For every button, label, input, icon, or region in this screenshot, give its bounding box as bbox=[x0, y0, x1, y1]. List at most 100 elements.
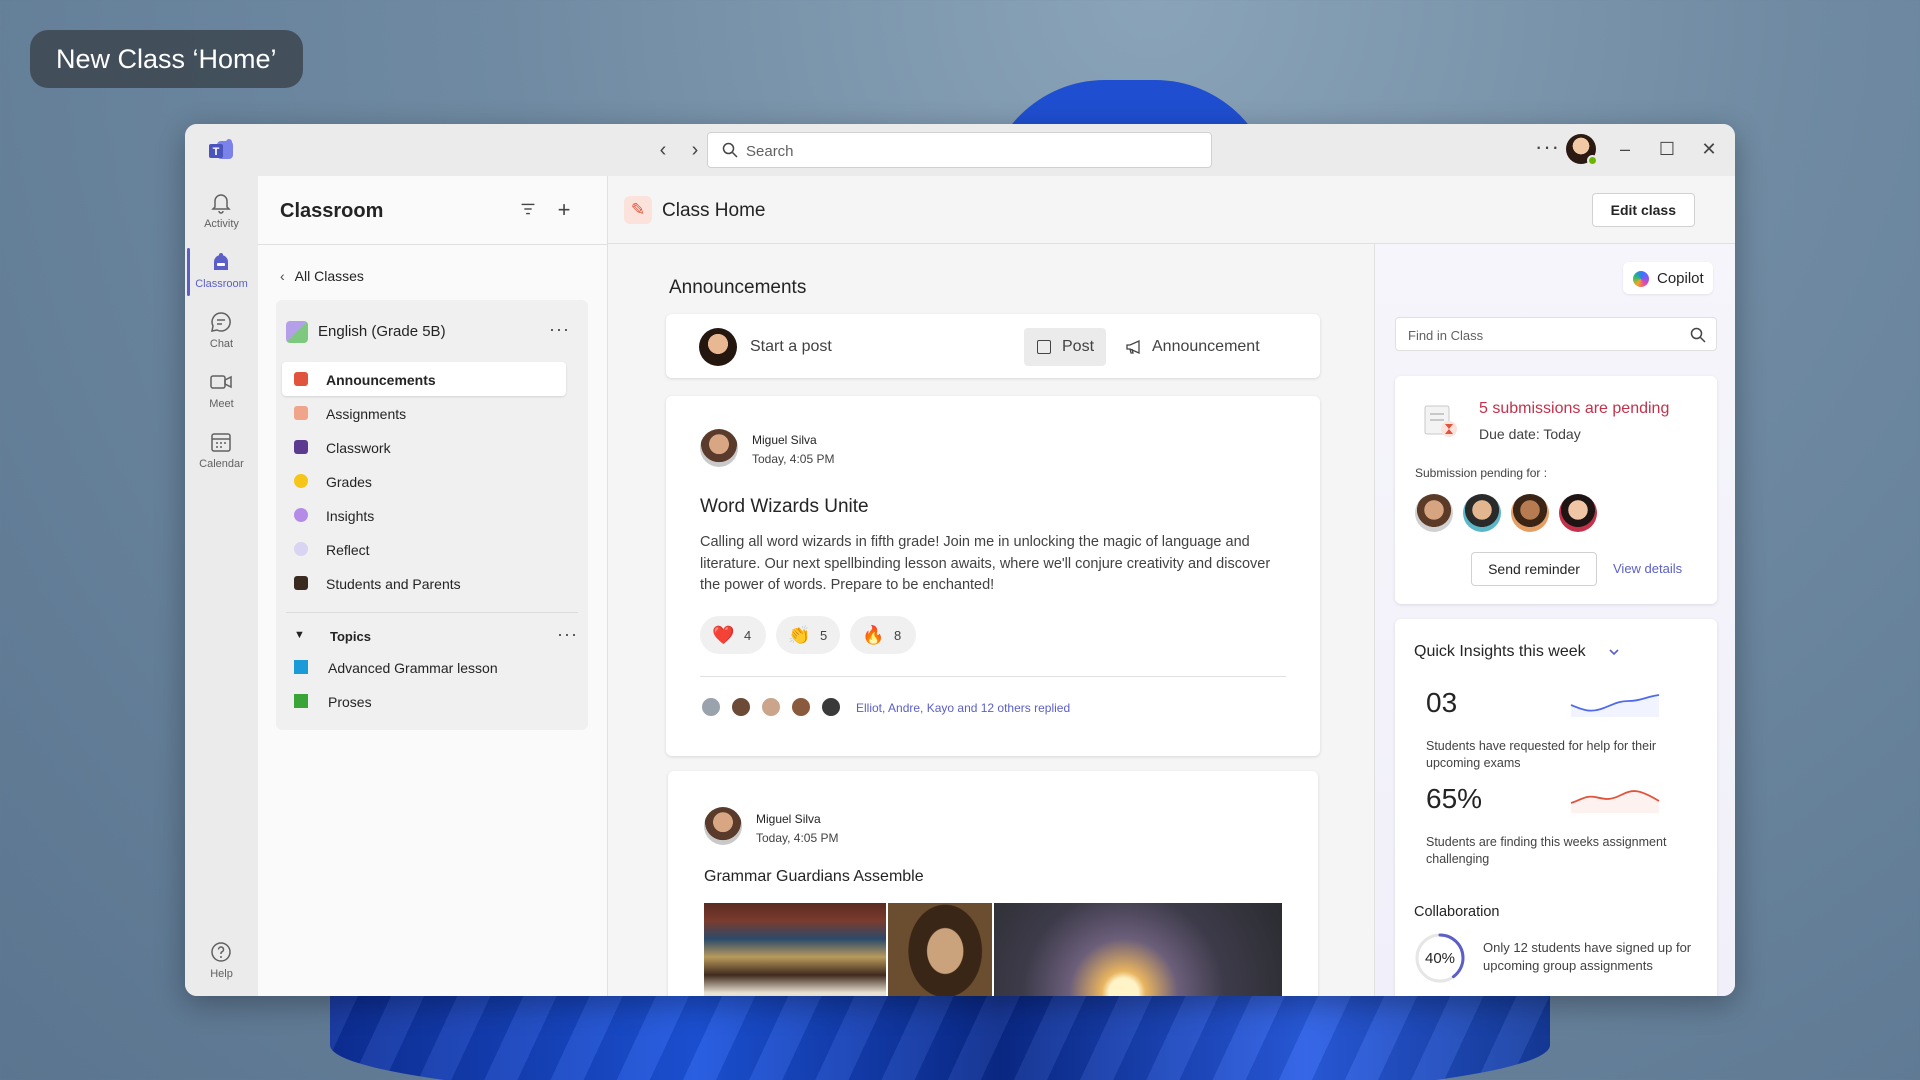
avatar bbox=[700, 696, 722, 718]
send-reminder-button[interactable]: Send reminder bbox=[1471, 552, 1597, 586]
right-panel: Copilot Find in Class 5 submissions are … bbox=[1374, 244, 1735, 996]
due-date: Due date: Today bbox=[1479, 426, 1581, 442]
avatar[interactable] bbox=[1559, 494, 1597, 532]
metric-description: Students are finding this weeks assignme… bbox=[1426, 835, 1667, 866]
nav-item-announcements[interactable]: Announcements bbox=[282, 362, 566, 396]
books-image[interactable] bbox=[704, 903, 886, 996]
maximize-button[interactable]: ☐ bbox=[1654, 136, 1680, 162]
post-button[interactable]: Post bbox=[1024, 328, 1106, 366]
rail-item-meet[interactable]: Meet bbox=[185, 366, 258, 422]
search-icon bbox=[1690, 327, 1706, 343]
trees-image[interactable] bbox=[994, 903, 1282, 996]
avatar bbox=[760, 696, 782, 718]
classroom-icon bbox=[214, 253, 228, 270]
reflect-icon bbox=[294, 542, 308, 556]
nav-item-students-and-parents[interactable]: Students and Parents bbox=[282, 566, 566, 600]
star-icon bbox=[294, 474, 308, 488]
post-time: Today, 4:05 PM bbox=[756, 831, 839, 845]
search-placeholder: Search bbox=[746, 143, 794, 160]
rail-item-help[interactable]: Help bbox=[185, 936, 258, 992]
class-nav: Announcements Assignments Classwork Grad… bbox=[282, 362, 582, 600]
submission-document-icon bbox=[1424, 405, 1457, 437]
add-icon[interactable]: + bbox=[552, 198, 576, 222]
nav-item-grades[interactable]: Grades bbox=[282, 464, 566, 498]
search-icon bbox=[722, 142, 738, 158]
more-options-icon[interactable]: ··· bbox=[1535, 134, 1560, 160]
back-icon[interactable]: ‹ bbox=[651, 138, 675, 162]
profile-avatar[interactable] bbox=[1566, 134, 1598, 166]
pending-for-label: Submission pending for : bbox=[1415, 466, 1548, 480]
chat-icon bbox=[211, 312, 231, 332]
start-post-input[interactable]: Start a post bbox=[750, 338, 832, 356]
rail-item-activity[interactable]: Activity bbox=[185, 186, 258, 242]
topics-header[interactable]: ▼ Topics ··· bbox=[294, 624, 578, 650]
divider bbox=[258, 244, 608, 245]
heart-icon: ❤️ bbox=[712, 625, 735, 645]
replies-link[interactable]: Elliot, Andre, Kayo and 12 others replie… bbox=[856, 701, 1070, 715]
view-details-link[interactable]: View details bbox=[1613, 561, 1682, 576]
insights-icon bbox=[294, 508, 308, 522]
panel-title: Classroom bbox=[280, 200, 384, 222]
nav-item-reflect[interactable]: Reflect bbox=[282, 532, 566, 566]
metric-value: 65% bbox=[1426, 783, 1483, 814]
insights-title[interactable]: Quick Insights this week bbox=[1414, 643, 1586, 661]
search-input[interactable]: Search bbox=[707, 132, 1212, 168]
portrait-image[interactable] bbox=[888, 903, 992, 996]
post-card: Miguel Silva Today, 4:05 PM Grammar Guar… bbox=[668, 771, 1318, 996]
nav-item-assignments[interactable]: Assignments bbox=[282, 396, 566, 430]
clap-icon: 👏 bbox=[788, 625, 811, 645]
pending-title: 5 submissions are pending bbox=[1479, 400, 1670, 417]
rail-item-classroom[interactable]: Classroom bbox=[185, 246, 258, 302]
reaction-clap[interactable]: 👏 5 bbox=[776, 616, 840, 654]
avatar bbox=[820, 696, 842, 718]
avatar[interactable] bbox=[1463, 494, 1501, 532]
nav-item-classwork[interactable]: Classwork bbox=[282, 430, 566, 464]
class-more-icon[interactable]: ··· bbox=[549, 319, 570, 340]
chevron-down-icon[interactable] bbox=[1607, 645, 1621, 659]
announcement-button[interactable]: Announcement bbox=[1120, 328, 1270, 366]
trend-sparkline-red bbox=[1570, 790, 1660, 813]
nav-item-insights[interactable]: Insights bbox=[282, 498, 566, 532]
collaboration-title: Collaboration bbox=[1414, 904, 1500, 920]
minimize-button[interactable]: – bbox=[1612, 136, 1638, 162]
pencil-icon: ✎ bbox=[624, 196, 652, 224]
teams-logo-icon: T bbox=[209, 139, 233, 159]
main-header: ✎ Class Home Edit class bbox=[608, 176, 1735, 244]
class-header[interactable]: English (Grade 5B) ··· bbox=[286, 312, 578, 352]
notebook-topic-icon bbox=[294, 694, 308, 708]
topic-item-proses[interactable]: Proses bbox=[294, 686, 578, 716]
avatar[interactable] bbox=[1511, 494, 1549, 532]
rail-item-calendar[interactable]: Calendar bbox=[185, 426, 258, 482]
pending-submissions-card: 5 submissions are pending Due date: Toda… bbox=[1395, 376, 1717, 604]
desktop-wallpaper-bloom-base bbox=[330, 985, 1550, 1080]
post-title: Grammar Guardians Assemble bbox=[704, 868, 924, 885]
post-composer: Start a post Post Announcement bbox=[666, 314, 1320, 378]
edit-class-button[interactable]: Edit class bbox=[1591, 193, 1695, 227]
reaction-heart[interactable]: ❤️ 4 bbox=[700, 616, 766, 654]
reaction-fire[interactable]: 🔥 8 bbox=[850, 616, 916, 654]
trend-sparkline-blue bbox=[1570, 694, 1660, 717]
copilot-button[interactable]: Copilot bbox=[1623, 262, 1713, 294]
all-classes-link[interactable]: ‹ All Classes bbox=[280, 268, 364, 284]
collaboration-description: Only 12 students have signed up for upco… bbox=[1483, 940, 1692, 973]
slide-caption: New Class ‘Home’ bbox=[30, 30, 303, 88]
topics-more-icon[interactable]: ··· bbox=[557, 624, 578, 645]
forward-icon[interactable]: › bbox=[683, 138, 707, 162]
announcements-feed: Announcements Start a post Post Announce… bbox=[608, 244, 1374, 996]
rail-item-chat[interactable]: Chat bbox=[185, 306, 258, 362]
post-images bbox=[704, 903, 1294, 996]
page-title: Class Home bbox=[662, 200, 766, 221]
class-card: English (Grade 5B) ··· Announcements Ass… bbox=[276, 300, 588, 730]
quick-insights-card: Quick Insights this week 03 Students hav… bbox=[1395, 619, 1717, 996]
post-time: Today, 4:05 PM bbox=[752, 452, 835, 466]
metric-value: 03 bbox=[1426, 687, 1458, 718]
metric-description: Students have requested for help for the… bbox=[1426, 739, 1657, 770]
find-in-class-input[interactable]: Find in Class bbox=[1395, 317, 1717, 351]
post-author: Miguel Silva bbox=[756, 812, 821, 826]
close-button[interactable]: ✕ bbox=[1696, 136, 1722, 162]
avatar[interactable] bbox=[1415, 494, 1453, 532]
divider bbox=[700, 676, 1286, 677]
topic-item-advanced-grammar[interactable]: Advanced Grammar lesson bbox=[294, 652, 578, 682]
fire-icon: 🔥 bbox=[862, 625, 885, 645]
filter-icon[interactable] bbox=[516, 198, 540, 222]
